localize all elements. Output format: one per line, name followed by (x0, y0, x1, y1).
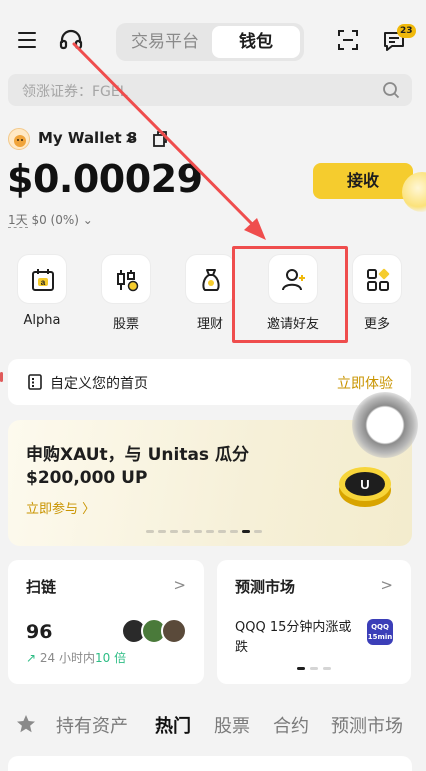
document-icon (28, 374, 42, 390)
chevron-right-icon[interactable]: > (173, 576, 186, 594)
period-selector[interactable]: 1天 (8, 213, 28, 228)
headset-icon[interactable] (58, 28, 84, 52)
tab-futures[interactable]: 合约 (273, 712, 309, 738)
quick-action-earn[interactable]: 理财 (184, 254, 236, 332)
carousel-dot (206, 530, 214, 533)
carousel-dot (194, 530, 202, 533)
earn-bag-icon (202, 269, 220, 291)
card-carousel-dots (297, 667, 331, 670)
total-balance: $0.00029 (7, 157, 203, 201)
wallet-avatar-icon (14, 135, 26, 147)
chevron-down-icon[interactable]: ⌄ (83, 213, 93, 227)
quick-action-label: Alpha (23, 313, 61, 328)
badge-line: QQQ (371, 623, 389, 631)
trend-up-icon: ↗ (26, 651, 37, 665)
carousel-dot (146, 530, 154, 533)
quick-action-more[interactable]: 更多 (351, 254, 403, 332)
quick-action-alpha[interactable]: a Alpha (16, 254, 68, 328)
token-avatars (121, 618, 187, 644)
search-icon (383, 82, 400, 99)
tab-stocks[interactable]: 股票 (214, 712, 250, 738)
change-value: $0 (0%) (31, 213, 79, 227)
quick-action-stocks[interactable]: 股票 (100, 254, 152, 332)
list-panel (8, 756, 412, 771)
quick-action-label: 股票 (112, 317, 139, 332)
svg-text:a: a (41, 278, 46, 287)
chevron-right-icon[interactable]: > (125, 129, 138, 147)
quick-action-label: 更多 (363, 317, 390, 332)
chevron-right-icon[interactable]: > (380, 576, 393, 594)
mode-switch: 交易平台 钱包 (116, 23, 304, 61)
asset-tabs: 持有资产 热门 股票 合约 预测市场 (0, 710, 426, 740)
scan-chain-card[interactable]: 扫链 > 96 ↗ 24 小时内10 倍 (8, 560, 204, 684)
scan-sub-highlight: 10 倍 (94, 651, 127, 665)
wallet-avatar[interactable] (8, 128, 30, 150)
tab-exchange[interactable]: 交易平台 (120, 26, 210, 58)
tab-wallet[interactable]: 钱包 (212, 26, 300, 58)
tab-holdings[interactable]: 持有资产 (56, 712, 128, 738)
carousel-dot (158, 530, 166, 533)
copy-icon[interactable] (152, 131, 168, 147)
prediction-market-card[interactable]: 预测市场 > QQQ 15分钟内涨或跌 QQQ 15min (217, 560, 411, 684)
carousel-dot (170, 530, 178, 533)
alpha-icon: a (32, 269, 54, 291)
carousel-dot (230, 530, 238, 533)
card-title: 预测市场 (235, 578, 296, 596)
top-bar: 交易平台 钱包 23 (0, 0, 426, 82)
customize-home-bar[interactable]: 自定义您的首页 立即体验 (8, 359, 411, 405)
search-bar[interactable]: 领涨证券：FGEL (8, 74, 412, 106)
balance-change[interactable]: 1天 $0 (0%) ⌄ (8, 211, 93, 228)
carousel-dot (182, 530, 190, 533)
scan-icon[interactable] (338, 30, 358, 50)
annotation-highlight-box (232, 246, 348, 343)
receive-button[interactable]: 接收 (313, 163, 413, 199)
qqq-badge-icon: QQQ 15min (367, 619, 393, 645)
token-avatar (161, 618, 187, 644)
scan-subtitle: ↗ 24 小时内10 倍 (26, 649, 126, 666)
more-grid-icon (367, 268, 390, 291)
promo-amount: $200,000 UP (26, 468, 148, 488)
wallet-name[interactable]: My Wallet 8 (38, 129, 137, 147)
promo-banner[interactable]: 申购XAUt，与 Unitas 瓜分 $200,000 UP 立即参与 〉 U (8, 420, 412, 546)
gold-coin-icon: U (339, 467, 391, 507)
notification-badge: 23 (397, 24, 416, 38)
star-icon[interactable] (16, 714, 36, 734)
quick-action-label: 理财 (196, 317, 223, 332)
card-title: 扫链 (26, 578, 57, 596)
promo-title: 申购XAUt，与 Unitas 瓜分 (26, 445, 249, 465)
carousel-dot (254, 530, 262, 533)
carousel-dot (218, 530, 226, 533)
badge-line: 15min (367, 633, 393, 641)
prediction-text: QQQ 15分钟内涨或跌 (235, 620, 352, 655)
floating-assist-button[interactable] (352, 392, 418, 458)
menu-icon[interactable] (18, 32, 36, 48)
tab-prediction[interactable]: 预测市场 (331, 712, 403, 738)
search-placeholder: 领涨证券：FGEL (22, 84, 128, 100)
edge-indicator (0, 372, 3, 382)
scan-value: 96 (26, 621, 53, 643)
promo-join-link[interactable]: 立即参与 〉 (26, 498, 95, 517)
customize-label: 自定义您的首页 (50, 376, 148, 392)
try-now-link[interactable]: 立即体验 (337, 373, 393, 393)
scan-sub-prefix: 24 小时内 (39, 651, 95, 665)
tab-hot[interactable]: 热门 (155, 712, 191, 738)
carousel-dot (242, 530, 250, 533)
stocks-icon (117, 270, 139, 292)
svg-text:U: U (360, 477, 369, 492)
